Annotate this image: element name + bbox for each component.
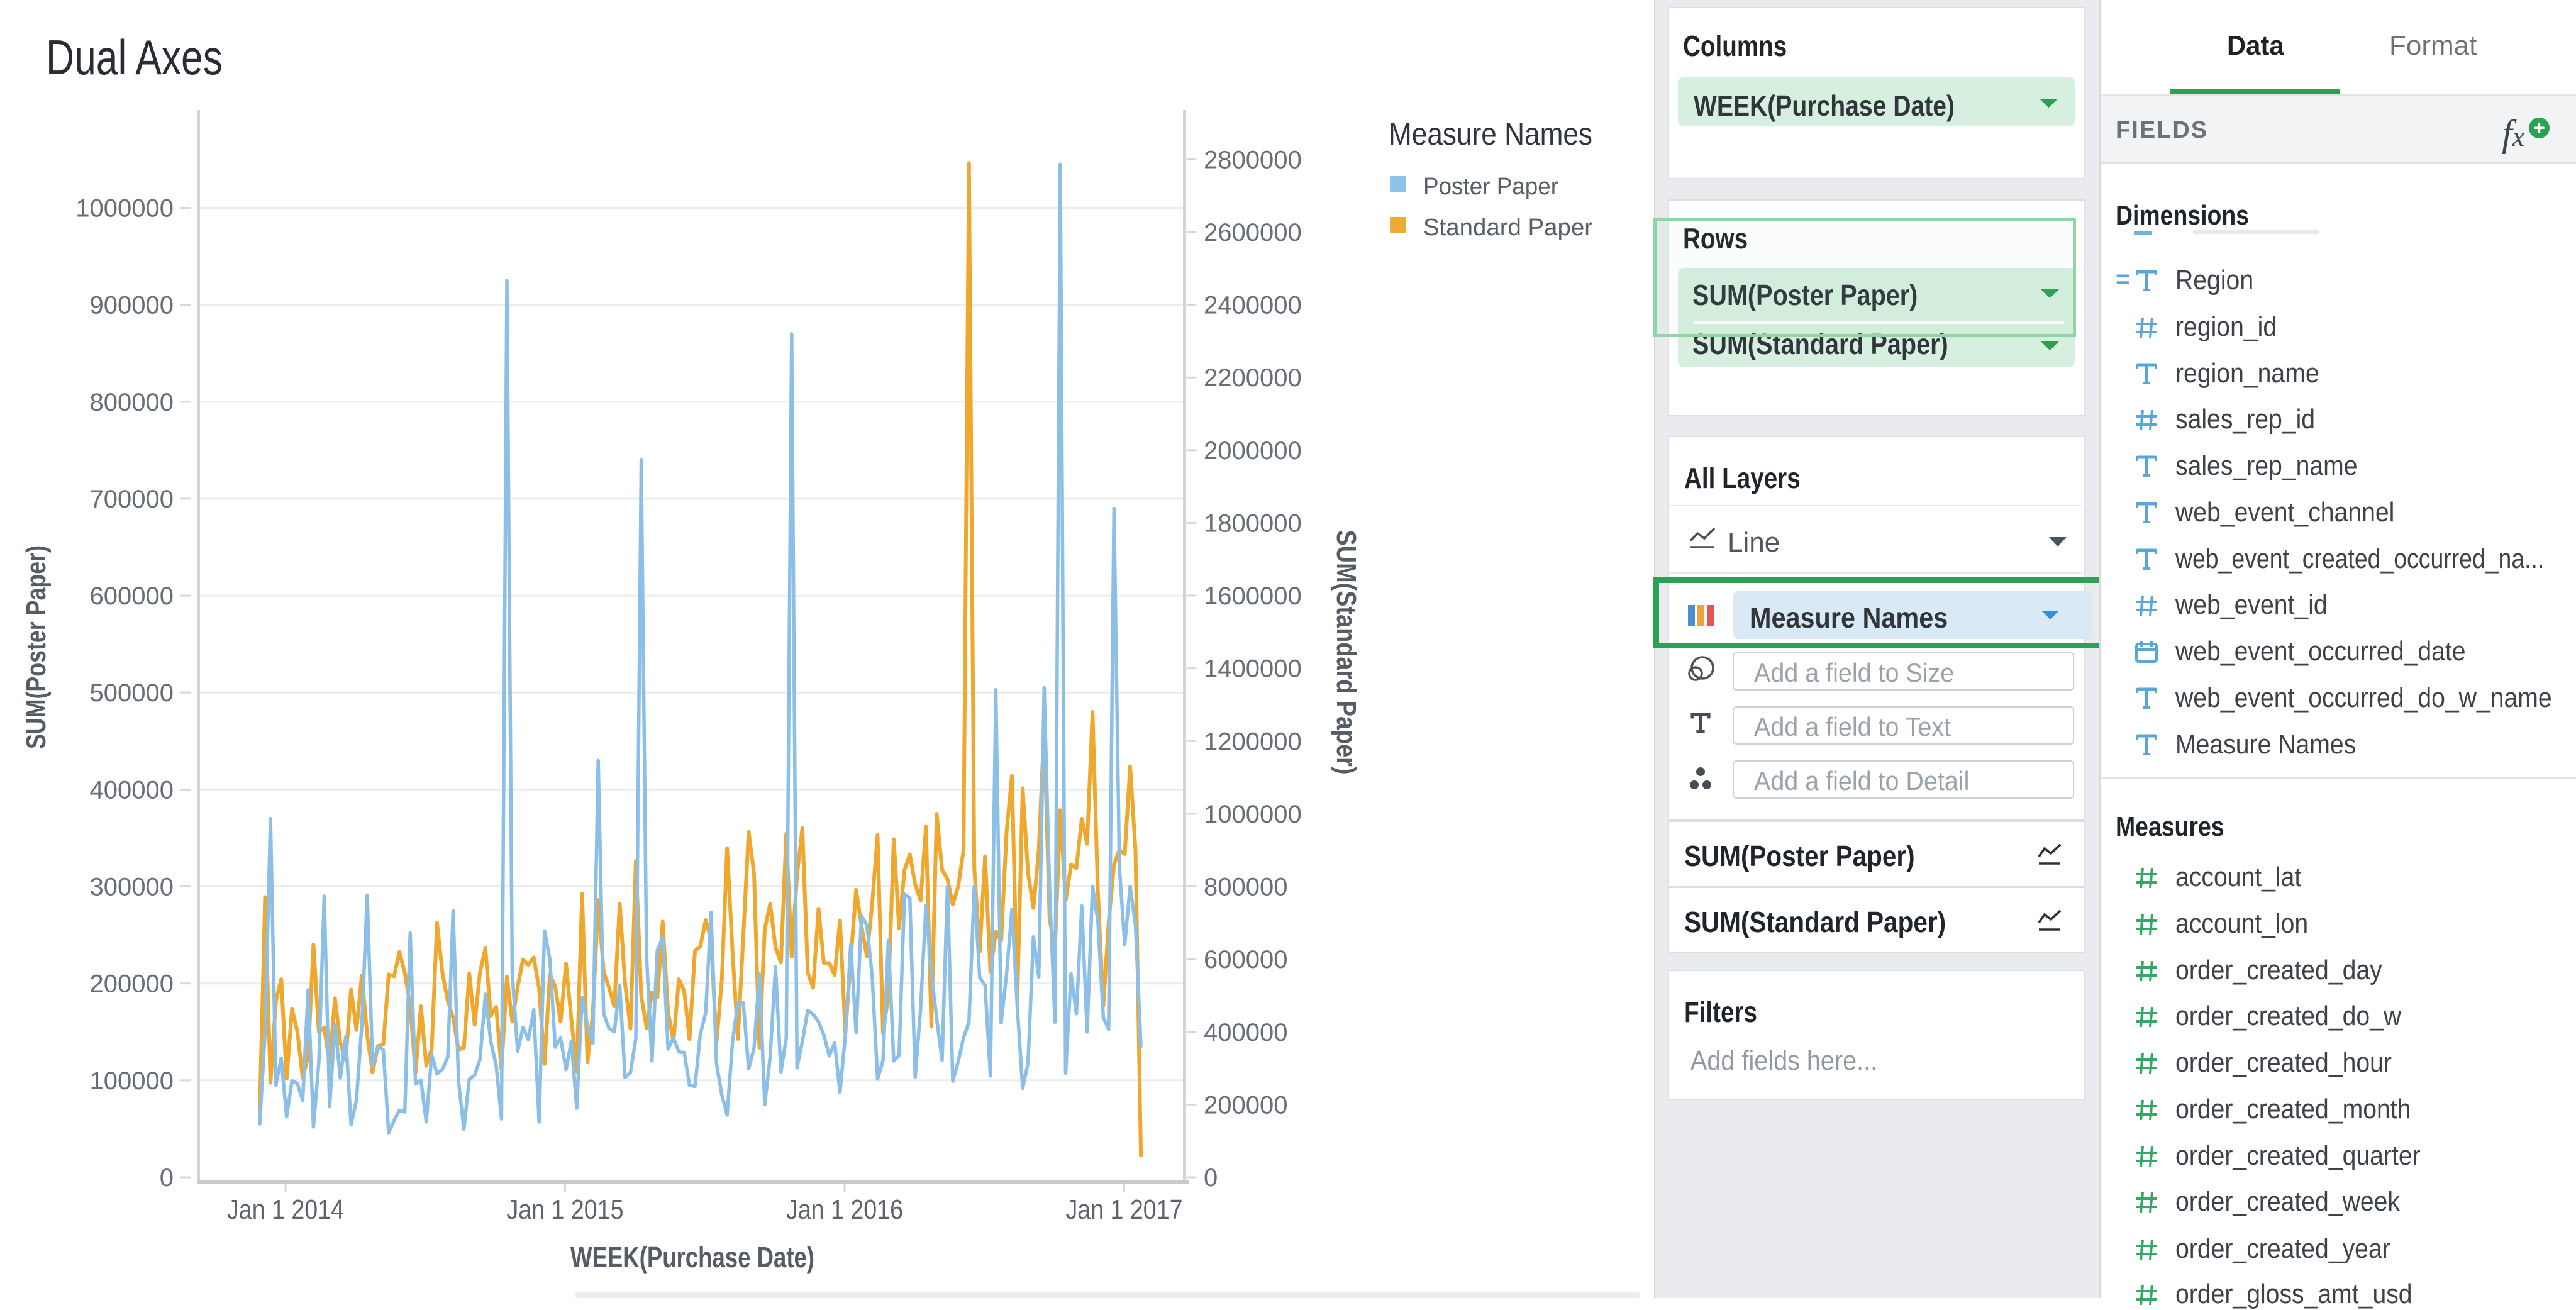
svg-text:0: 0 bbox=[1204, 1164, 1218, 1192]
svg-text:2000000: 2000000 bbox=[1204, 437, 1302, 465]
svg-text:SUM(Poster Paper): SUM(Poster Paper) bbox=[21, 545, 52, 749]
svg-text:200000: 200000 bbox=[90, 970, 174, 998]
svg-text:1800000: 1800000 bbox=[1204, 509, 1302, 537]
svg-text:2600000: 2600000 bbox=[1204, 219, 1302, 247]
svg-text:Jan 1 2016: Jan 1 2016 bbox=[786, 1194, 903, 1225]
svg-text:Jan 1 2015: Jan 1 2015 bbox=[507, 1194, 624, 1225]
svg-text:2200000: 2200000 bbox=[1204, 364, 1302, 392]
svg-text:700000: 700000 bbox=[90, 486, 174, 513]
svg-text:2800000: 2800000 bbox=[1204, 146, 1302, 174]
svg-text:600000: 600000 bbox=[1204, 946, 1287, 974]
svg-text:400000: 400000 bbox=[90, 776, 174, 804]
svg-text:100000: 100000 bbox=[90, 1067, 174, 1095]
svg-text:600000: 600000 bbox=[90, 582, 174, 610]
svg-text:Standard Paper: Standard Paper bbox=[1423, 214, 1592, 241]
svg-text:Jan 1 2017: Jan 1 2017 bbox=[1066, 1194, 1183, 1225]
svg-text:900000: 900000 bbox=[90, 292, 174, 319]
svg-text:Jan 1 2014: Jan 1 2014 bbox=[227, 1194, 344, 1225]
svg-text:Poster Paper: Poster Paper bbox=[1423, 174, 1558, 200]
svg-text:WEEK(Purchase Date): WEEK(Purchase Date) bbox=[570, 1241, 814, 1274]
svg-text:1000000: 1000000 bbox=[1204, 801, 1302, 828]
svg-text:800000: 800000 bbox=[1204, 874, 1287, 901]
svg-text:500000: 500000 bbox=[90, 679, 174, 707]
svg-text:1200000: 1200000 bbox=[1204, 728, 1302, 755]
svg-text:2400000: 2400000 bbox=[1204, 292, 1302, 319]
svg-text:1000000: 1000000 bbox=[75, 195, 174, 223]
svg-text:1400000: 1400000 bbox=[1204, 655, 1302, 683]
svg-text:SUM(Standard Paper): SUM(Standard Paper) bbox=[1331, 530, 1362, 775]
svg-text:Measure Names: Measure Names bbox=[1389, 116, 1592, 152]
svg-text:800000: 800000 bbox=[90, 389, 174, 416]
svg-text:0: 0 bbox=[160, 1164, 174, 1192]
svg-text:400000: 400000 bbox=[1204, 1019, 1287, 1046]
svg-text:300000: 300000 bbox=[90, 874, 174, 901]
svg-text:200000: 200000 bbox=[1204, 1091, 1287, 1119]
svg-text:1600000: 1600000 bbox=[1204, 582, 1302, 610]
